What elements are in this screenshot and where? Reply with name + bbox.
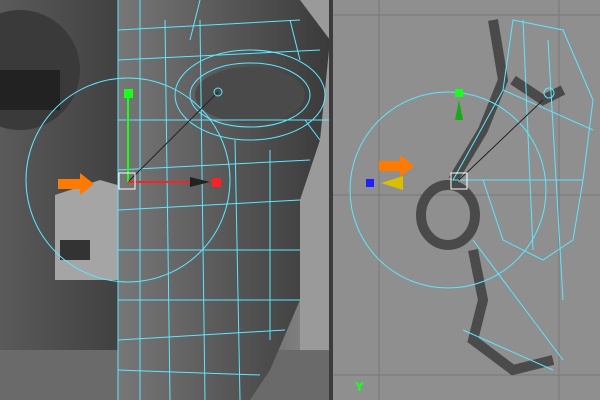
z-axis-handle <box>366 179 374 187</box>
viewport-canvas-right[interactable] <box>333 0 600 400</box>
side-viewport[interactable]: Y <box>333 0 600 400</box>
y-axis-handle <box>455 89 463 97</box>
axis-label-y: Y <box>355 380 364 394</box>
orange-arrow-icon <box>379 155 414 177</box>
perspective-viewport[interactable] <box>0 0 329 400</box>
viewport-canvas-left[interactable] <box>0 0 329 400</box>
